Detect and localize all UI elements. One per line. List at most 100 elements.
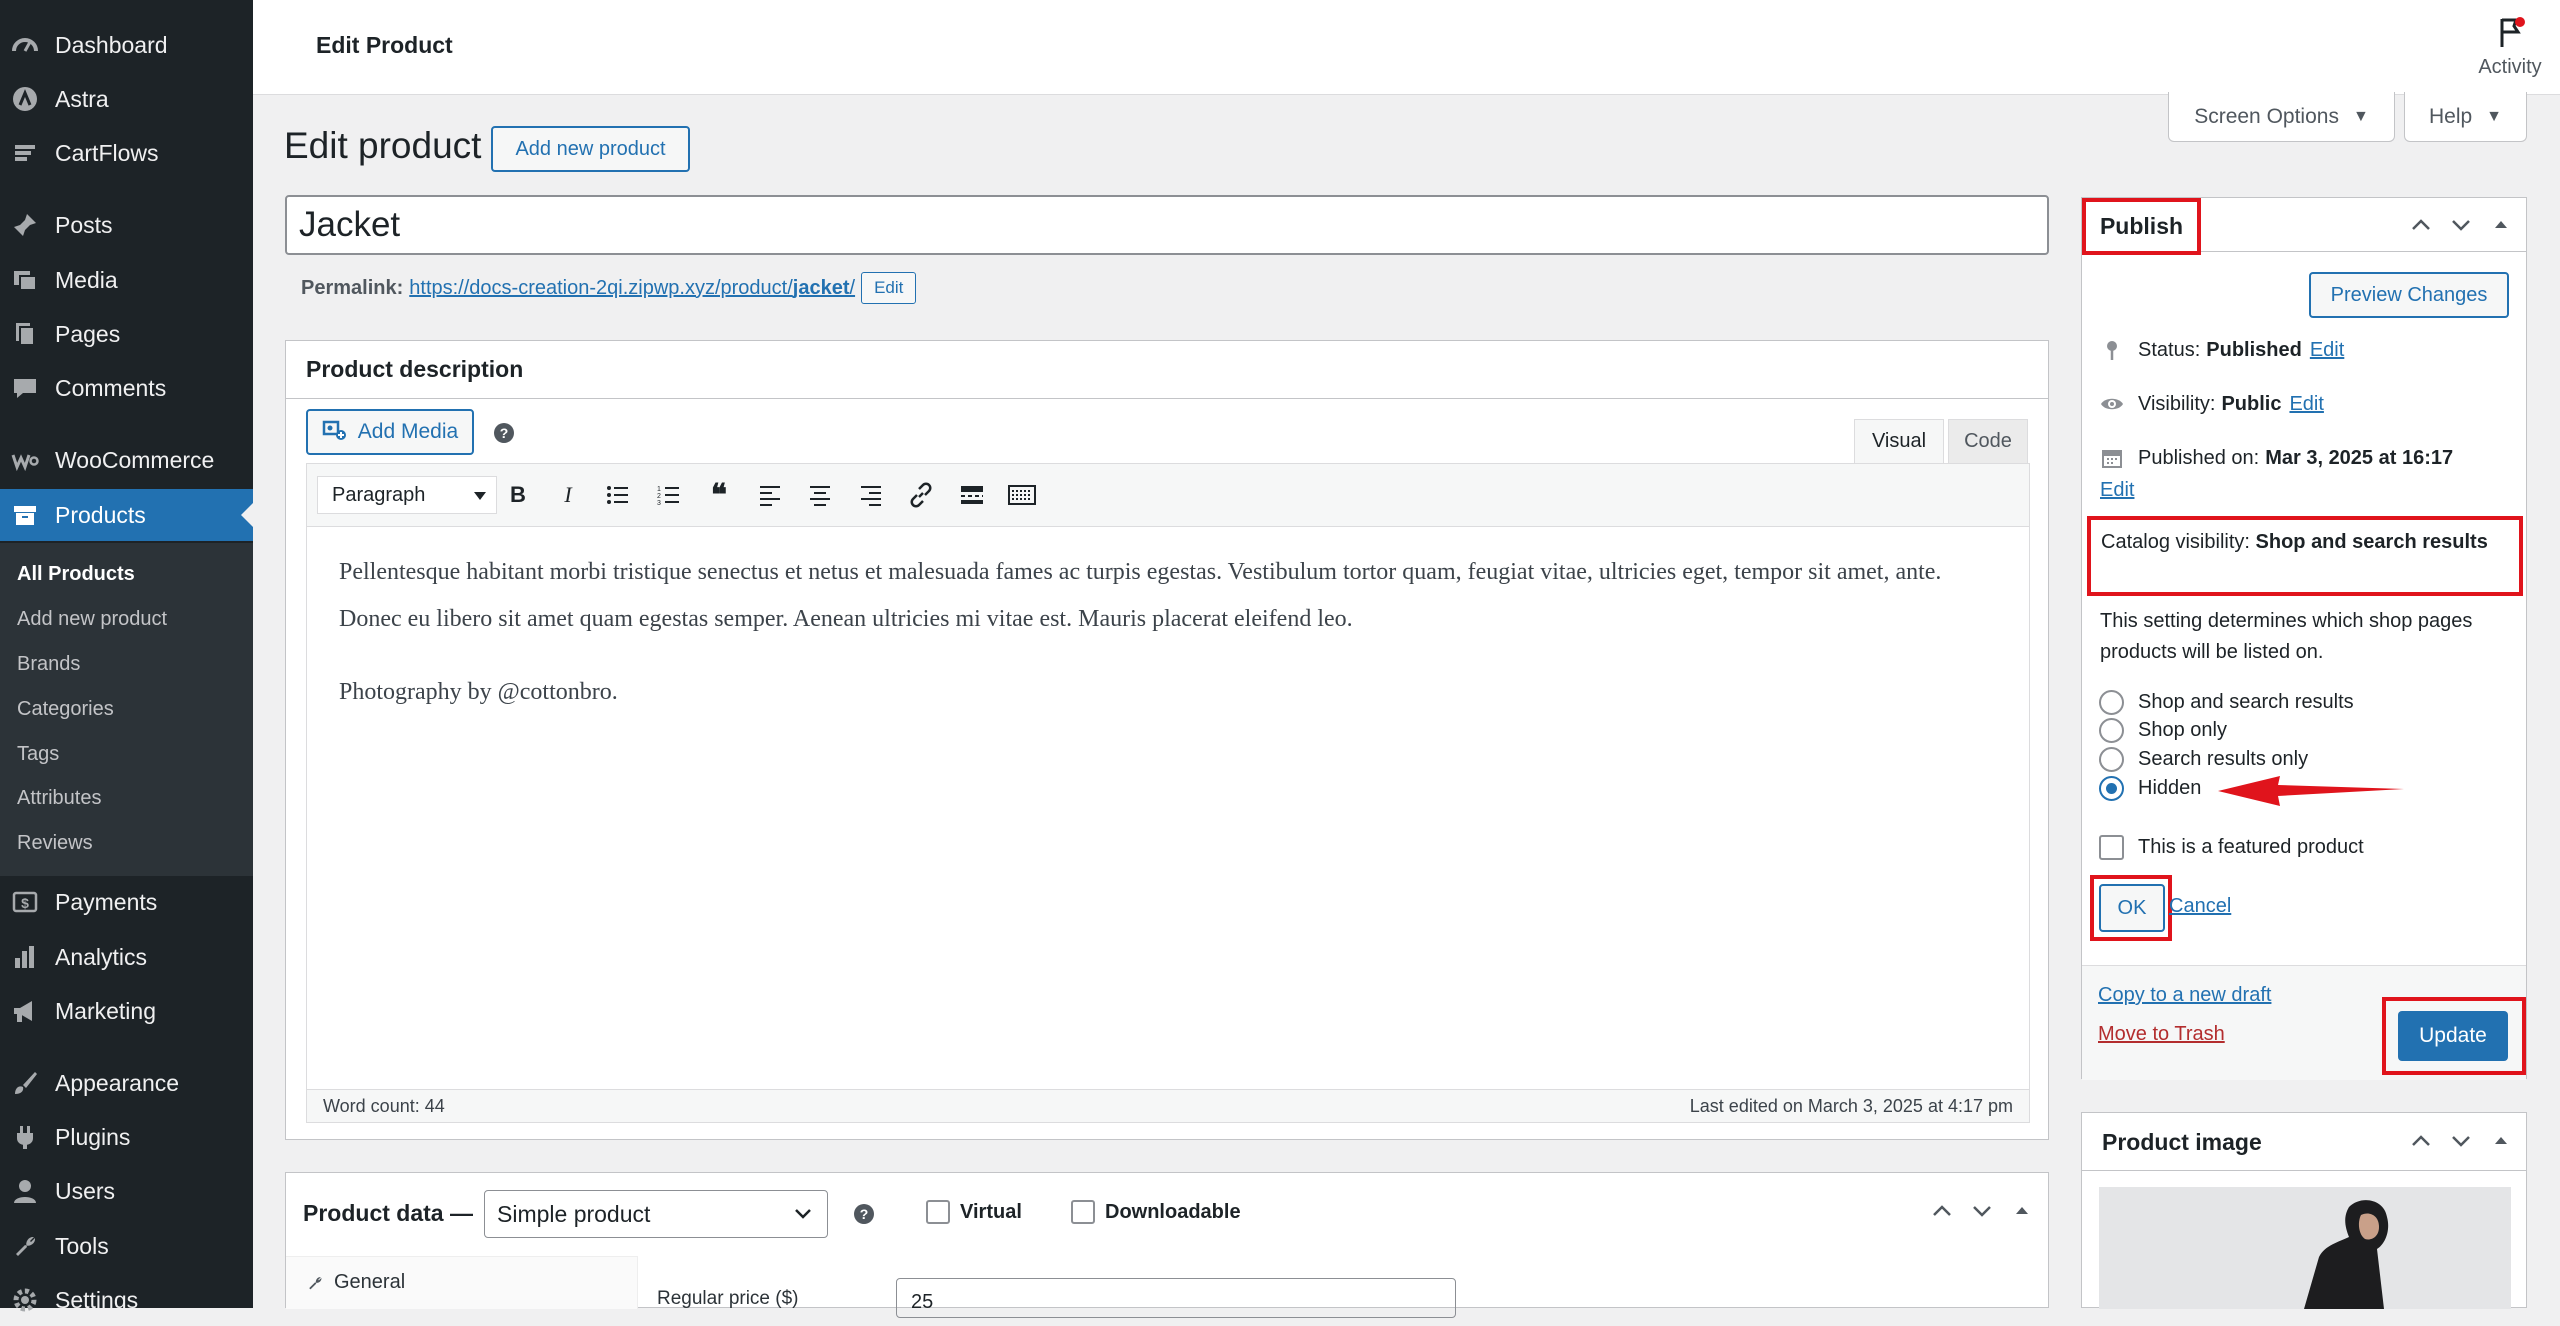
annotation-arrow-icon [2218, 776, 2404, 806]
menu-cartflows[interactable]: CartFlows [0, 127, 253, 179]
submenu-reviews[interactable]: Reviews [17, 832, 93, 855]
toggle-panel-icon[interactable] [2490, 1130, 2512, 1158]
menu-users[interactable]: Users [0, 1165, 253, 1217]
published-edit-link[interactable]: Edit [2100, 479, 2134, 502]
menu-pages[interactable]: Pages [0, 308, 253, 360]
move-down-icon[interactable] [1971, 1200, 1993, 1228]
menu-woocommerce[interactable]: WooCommerce [0, 434, 253, 486]
move-up-icon[interactable] [2410, 214, 2432, 242]
radio-shop-only[interactable]: Shop only [2099, 718, 2227, 743]
copy-to-draft-link[interactable]: Copy to a new draft [2098, 984, 2271, 1007]
blockquote-icon[interactable]: ❝ [704, 479, 734, 512]
virtual-checkbox[interactable]: Virtual [926, 1200, 1022, 1224]
menu-plugins[interactable]: Plugins [0, 1111, 253, 1163]
checkbox[interactable] [2099, 835, 2124, 860]
preview-changes-button[interactable]: Preview Changes [2309, 272, 2509, 318]
submenu-all-products[interactable]: All Products [17, 563, 135, 586]
align-center-icon[interactable] [805, 480, 835, 510]
menu-label: Posts [55, 211, 113, 238]
checkbox[interactable] [1071, 1200, 1095, 1224]
numbered-list-icon[interactable]: 123 [654, 480, 684, 510]
activity-button[interactable]: Activity [2470, 14, 2550, 79]
menu-media[interactable]: Media [0, 254, 253, 306]
product-type-select[interactable]: Simple product [484, 1190, 828, 1238]
menu-appearance[interactable]: Appearance [0, 1057, 253, 1109]
toggle-panel-icon[interactable] [2490, 214, 2512, 242]
italic-icon[interactable]: I [553, 480, 583, 510]
screen-options-button[interactable]: Screen Options ▼ [2168, 92, 2395, 142]
downloadable-checkbox[interactable]: Downloadable [1071, 1200, 1241, 1224]
move-to-trash-link[interactable]: Move to Trash [2098, 1023, 2225, 1046]
bold-icon[interactable]: B [503, 480, 533, 510]
status-edit-link[interactable]: Edit [2310, 339, 2344, 362]
tab-visual[interactable]: Visual [1854, 419, 1944, 463]
menu-comments[interactable]: Comments [0, 362, 253, 414]
permalink-edit-button[interactable]: Edit [861, 272, 917, 304]
archive-icon [9, 499, 41, 531]
radio-button[interactable] [2099, 690, 2124, 715]
cancel-link[interactable]: Cancel [2169, 895, 2231, 918]
menu-label: Payments [55, 888, 158, 915]
menu-analytics[interactable]: Analytics [0, 931, 253, 983]
tab-code[interactable]: Code [1948, 419, 2028, 463]
ok-button[interactable]: OK [2099, 884, 2165, 932]
page-title: Edit product [284, 125, 482, 166]
format-select[interactable]: Paragraph [317, 476, 497, 514]
radio-button[interactable] [2099, 747, 2124, 772]
move-up-icon[interactable] [2410, 1130, 2432, 1158]
align-left-icon[interactable] [755, 480, 785, 510]
move-down-icon[interactable] [2450, 214, 2472, 242]
editor-content[interactable]: Pellentesque habitant morbi tristique se… [307, 527, 2029, 1087]
plug-icon [9, 1121, 41, 1153]
radio-button[interactable] [2099, 718, 2124, 743]
menu-posts[interactable]: Posts [0, 199, 253, 251]
pages-icon [9, 318, 41, 350]
add-media-button[interactable]: Add Media [306, 409, 474, 455]
menu-label: Comments [55, 374, 167, 401]
toggle-panel-icon[interactable] [2011, 1200, 2033, 1228]
radio-hidden[interactable]: Hidden [2099, 776, 2201, 801]
menu-astra[interactable]: Astra [0, 73, 253, 125]
editor-status-bar: Word count: 44 Last edited on March 3, 2… [307, 1089, 2029, 1122]
help-icon[interactable]: ? [494, 423, 514, 443]
radio-button-checked[interactable] [2099, 776, 2124, 801]
move-up-icon[interactable] [1931, 1200, 1953, 1228]
flag-icon [2492, 14, 2528, 50]
menu-label: Analytics [55, 943, 148, 970]
radio-search-only[interactable]: Search results only [2099, 747, 2308, 772]
regular-price-input[interactable]: 25 [896, 1278, 1456, 1318]
checkbox[interactable] [926, 1200, 950, 1224]
svg-text:2: 2 [657, 493, 661, 500]
menu-settings[interactable]: Settings [0, 1274, 253, 1326]
radio-shop-and-search[interactable]: Shop and search results [2099, 690, 2354, 715]
tab-general[interactable]: General [306, 1271, 405, 1294]
bullet-list-icon[interactable] [603, 480, 633, 510]
product-image-thumbnail[interactable] [2099, 1187, 2511, 1309]
visibility-edit-link[interactable]: Edit [2289, 393, 2323, 416]
menu-dashboard[interactable]: Dashboard [0, 19, 253, 71]
submenu-attributes[interactable]: Attributes [17, 787, 101, 810]
add-new-product-button[interactable]: Add new product [491, 126, 690, 172]
submenu-tags[interactable]: Tags [17, 743, 59, 766]
move-down-icon[interactable] [2450, 1130, 2472, 1158]
editor: Paragraph B I 123 ❝ Pellentesque habitan… [306, 463, 2030, 1123]
toolbar-toggle-icon[interactable] [1007, 480, 1037, 510]
menu-products[interactable]: Products [0, 489, 253, 541]
permalink-link[interactable]: https://docs-creation-2qi.zipwp.xyz/prod… [409, 277, 855, 300]
featured-checkbox[interactable]: This is a featured product [2099, 835, 2364, 860]
menu-payments[interactable]: $ Payments [0, 876, 253, 928]
permalink-base: https://docs-creation-2qi.zipwp.xyz/prod… [409, 276, 793, 299]
submenu-brands[interactable]: Brands [17, 653, 80, 676]
submenu-add-new-product[interactable]: Add new product [17, 608, 167, 631]
link-icon[interactable] [906, 480, 936, 510]
menu-marketing[interactable]: Marketing [0, 985, 253, 1037]
astra-icon [9, 83, 41, 115]
align-right-icon[interactable] [856, 480, 886, 510]
help-icon[interactable]: ? [854, 1204, 874, 1224]
submenu-categories[interactable]: Categories [17, 698, 114, 721]
help-button[interactable]: Help ▼ [2404, 92, 2527, 142]
menu-tools[interactable]: Tools [0, 1220, 253, 1272]
read-more-icon[interactable] [957, 480, 987, 510]
update-button[interactable]: Update [2398, 1011, 2508, 1061]
product-title-input[interactable]: Jacket [285, 195, 2049, 255]
